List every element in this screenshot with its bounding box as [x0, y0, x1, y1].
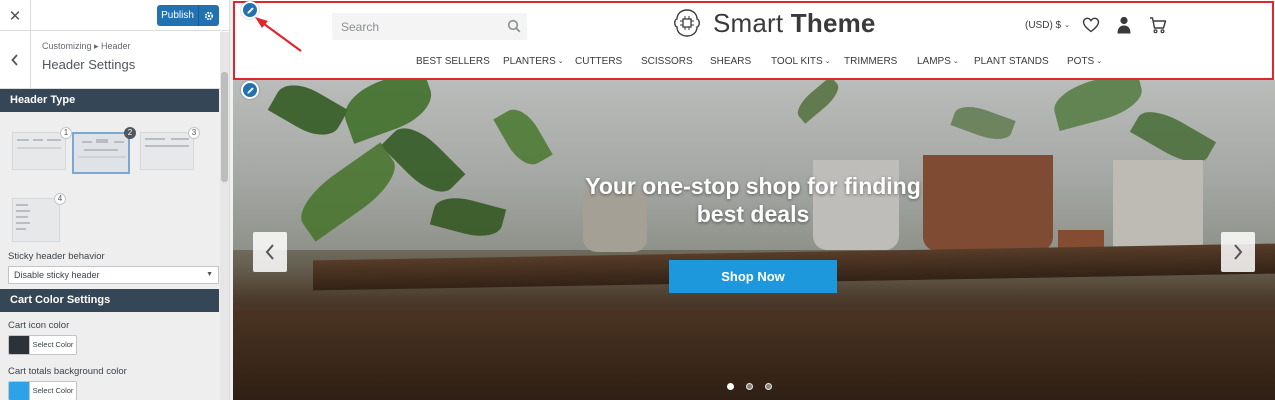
cart-color-heading: Cart Color Settings [0, 289, 219, 312]
logo-text[interactable]: Smart Theme [713, 8, 876, 39]
layout-thumbnail [72, 132, 130, 174]
nav-item-label: PLANTERS [503, 56, 556, 67]
layout-thumbnail [12, 198, 60, 242]
nav-item-tool-kits[interactable]: TOOL KITS ⌄ [771, 56, 831, 67]
cart-totals-color-label: Cart totals background color [8, 366, 127, 377]
nav-item-label: TOOL KITS [771, 56, 823, 67]
hero-title-line-1: Your one-stop shop for finding [585, 173, 921, 199]
nav-item-label: CUTTERS [575, 56, 623, 67]
chevron-down-icon: ⌄ [824, 58, 831, 65]
chevron-right-icon [1234, 244, 1243, 260]
cart-totals-color-picker[interactable]: Select Color [8, 381, 77, 400]
layout-thumbnail [140, 132, 194, 170]
chevron-down-icon: ⌄ [1096, 58, 1103, 65]
section-title: Header Settings [42, 57, 136, 72]
slider-dots [727, 383, 772, 390]
user-icon[interactable] [1117, 16, 1131, 34]
section-nav: Customizing ▸ Header Header Settings [0, 31, 229, 89]
layout-number: 1 [60, 127, 72, 139]
color-swatch[interactable] [9, 336, 29, 354]
header-layout-options: 1 2 3 4 [0, 112, 219, 258]
select-color-button[interactable]: Select Color [29, 336, 76, 354]
header-layout-option-1[interactable]: 1 [12, 127, 72, 170]
edit-header-shortcut[interactable] [241, 1, 259, 19]
hero-title-line-2: best deals [696, 201, 810, 227]
select-color-button[interactable]: Select Color [29, 382, 76, 400]
layout-number: 4 [54, 193, 66, 205]
back-button[interactable] [0, 31, 31, 89]
search-input[interactable]: Search [332, 13, 527, 40]
dropdown-arrow-icon: ▼ [206, 271, 213, 278]
shop-now-button[interactable]: Shop Now [669, 260, 837, 293]
site-header[interactable]: Search Smart Theme (USD) $ ⌄ BEST SELLERS… [233, 0, 1275, 80]
search-icon[interactable] [507, 19, 521, 33]
chevron-left-icon [11, 54, 18, 66]
nav-item-label: TRIMMERS [844, 56, 898, 67]
site-preview: Search Smart Theme (USD) $ ⌄ BEST SELLERS… [233, 0, 1275, 400]
chevron-down-icon: ⌄ [557, 58, 564, 65]
nav-item-scissors[interactable]: SCISSORS [641, 56, 693, 67]
logo-text-light: Smart [713, 7, 784, 38]
nav-item-label: PLANT STANDS [974, 56, 1049, 67]
main-navigation: BEST SELLERS PLANTERS ⌄ CUTTERS SCISSORS … [233, 56, 1275, 72]
layout-number: 2 [124, 127, 136, 139]
cart-icon[interactable] [1149, 16, 1167, 34]
slider-prev-button[interactable] [253, 232, 287, 272]
nav-item-label: SCISSORS [641, 56, 693, 67]
color-swatch[interactable] [9, 382, 29, 400]
nav-item-best-sellers[interactable]: BEST SELLERS [416, 56, 490, 67]
nav-item-shears[interactable]: SHEARS [710, 56, 751, 67]
header-layout-option-2[interactable]: 2 [72, 127, 136, 174]
layout-thumbnail [12, 132, 66, 170]
hero-title: Your one-stop shop for finding best deal… [533, 172, 973, 228]
nav-item-pots[interactable]: POTS ⌄ [1067, 56, 1102, 67]
publish-button[interactable]: Publish [157, 5, 219, 26]
nav-item-label: LAMPS [917, 56, 951, 67]
brain-chip-icon [674, 9, 700, 37]
logo-text-bold: Theme [790, 7, 876, 38]
nav-item-planters[interactable]: PLANTERS ⌄ [503, 56, 564, 67]
slider-dot-3[interactable] [765, 383, 772, 390]
slider-next-button[interactable] [1221, 232, 1255, 272]
slider-dot-1[interactable] [727, 383, 734, 390]
close-icon: ✕ [8, 7, 22, 25]
heart-icon[interactable] [1082, 17, 1100, 33]
currency-switcher[interactable]: (USD) $ ⌄ [1025, 20, 1070, 31]
scrollbar-thumb[interactable] [221, 72, 228, 182]
nav-item-label: SHEARS [710, 56, 752, 67]
publish-label[interactable]: Publish [157, 5, 199, 26]
sidebar-scrollbar[interactable] [220, 32, 229, 400]
edit-slider-shortcut[interactable] [241, 81, 259, 99]
close-button[interactable]: ✕ [0, 0, 31, 31]
layout-number: 3 [188, 127, 200, 139]
sticky-header-value: Disable sticky header [14, 270, 100, 280]
customizer-topbar: ✕ Publish [0, 0, 229, 31]
cart-icon-color-picker[interactable]: Select Color [8, 335, 77, 355]
nav-item-cutters[interactable]: CUTTERS [575, 56, 622, 67]
breadcrumb: Customizing ▸ Header [42, 41, 131, 51]
cart-icon-color-label: Cart icon color [8, 320, 70, 331]
nav-item-plant-stands[interactable]: PLANT STANDS [974, 56, 1049, 67]
header-layout-option-4[interactable]: 4 [12, 193, 66, 242]
search-placeholder: Search [341, 20, 380, 34]
nav-item-lamps[interactable]: LAMPS ⌄ [917, 56, 959, 67]
header-type-heading: Header Type [0, 89, 219, 112]
pencil-icon [246, 6, 254, 14]
header-layout-option-3[interactable]: 3 [140, 127, 200, 170]
sticky-header-select[interactable]: Disable sticky header ▼ [8, 266, 219, 284]
chevron-down-icon: ⌄ [1064, 22, 1070, 29]
chevron-left-icon [265, 244, 274, 260]
customizer-sidebar: ✕ Publish Customizing ▸ Header Header Se… [0, 0, 230, 400]
nav-item-trimmers[interactable]: TRIMMERS [844, 56, 897, 67]
nav-item-label: POTS [1067, 56, 1095, 67]
pencil-icon [246, 86, 254, 94]
chevron-down-icon: ⌄ [952, 58, 959, 65]
hero-slider: Your one-stop shop for finding best deal… [233, 80, 1275, 400]
gear-icon[interactable] [199, 5, 219, 26]
slider-dot-2[interactable] [746, 383, 753, 390]
nav-item-label: BEST SELLERS [416, 56, 490, 67]
site-logo[interactable]: Smart Theme [671, 7, 876, 39]
currency-label: (USD) $ [1025, 20, 1062, 31]
